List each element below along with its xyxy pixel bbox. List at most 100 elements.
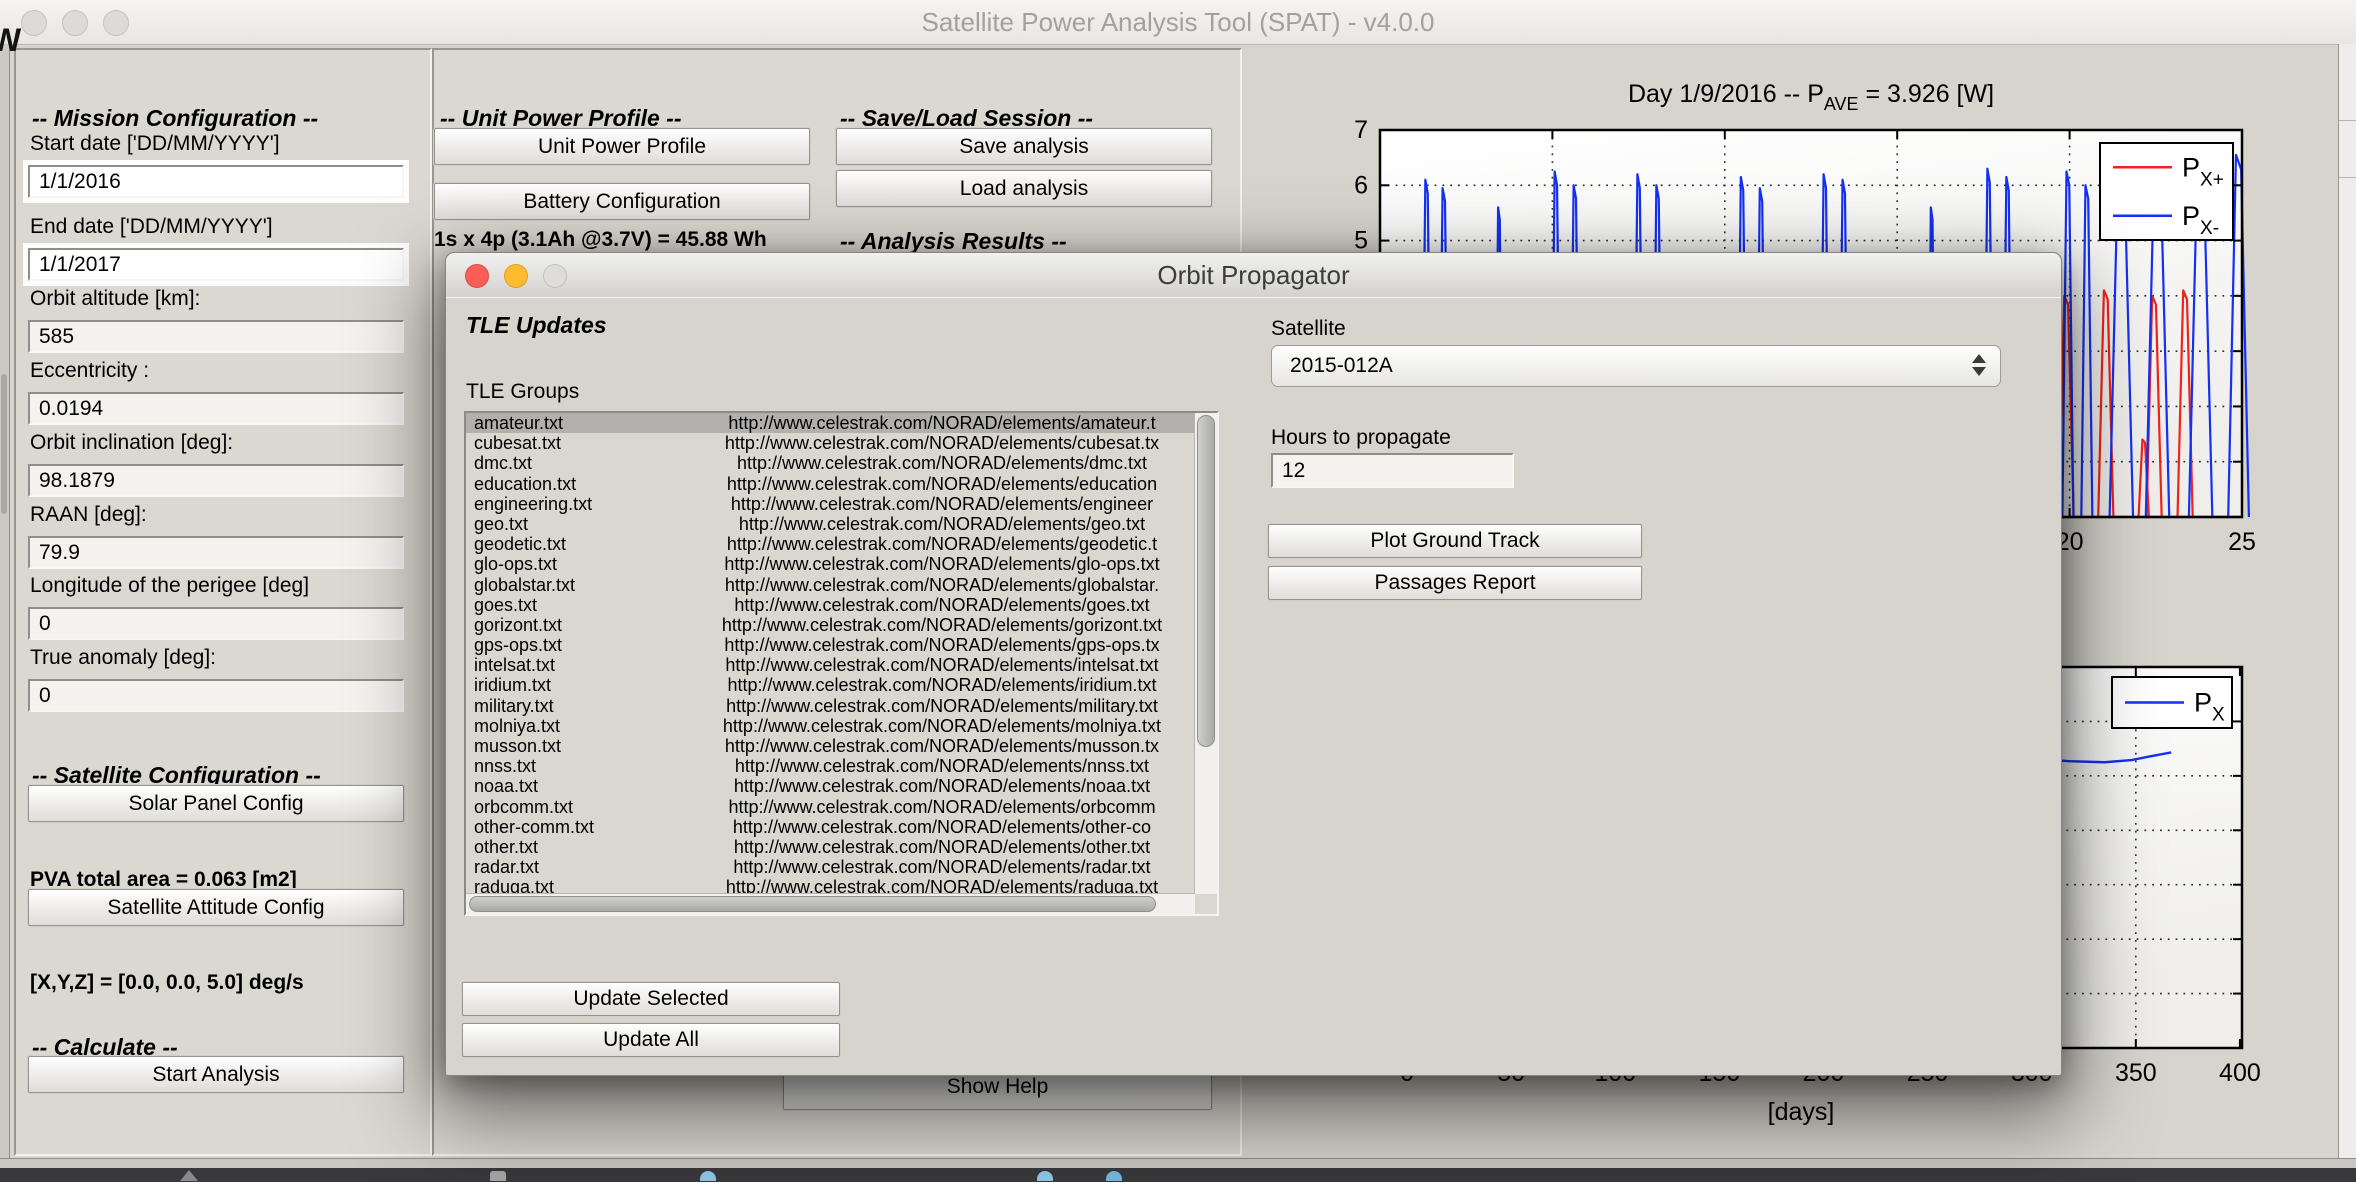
dropdown-arrows-icon [1972, 354, 1986, 376]
svg-text:Day 1/9/2016 -- PAVE = 3.926 [: Day 1/9/2016 -- PAVE = 3.926 [W] [1628, 80, 1994, 114]
svg-text:7: 7 [1354, 116, 1368, 144]
tle-url: http://www.celestrak.com/NORAD/elements/… [726, 695, 1158, 716]
tle-groups-label: TLE Groups [466, 380, 580, 403]
dialog-title: Orbit Propagator [1157, 260, 1350, 290]
tle-list-item[interactable]: radar.txt http://www.celestrak.com/NORAD/… [466, 857, 1195, 877]
end-date-label: End date ['DD/MM/YYYY'] [30, 215, 273, 238]
vertical-scrollbar-thumb[interactable] [1197, 415, 1215, 747]
raan-input[interactable]: 79.9 [28, 536, 404, 569]
tle-list-item[interactable]: military.txt http://www.celestrak.com/NOR… [466, 696, 1195, 716]
tle-url: http://www.celestrak.com/NORAD/elements/… [722, 715, 1162, 736]
true-anomaly-input[interactable]: 0 [28, 679, 404, 712]
tle-list-item[interactable]: musson.txt http://www.celestrak.com/NORAD… [466, 736, 1195, 756]
dock-circle-icon[interactable] [1106, 1171, 1122, 1181]
tle-list-item[interactable]: raduga.txt http://www.celestrak.com/NORAD… [466, 877, 1195, 894]
tle-list-vertical-scrollbar[interactable] [1194, 413, 1217, 894]
svg-text:25: 25 [2228, 528, 2256, 556]
tle-list-item[interactable]: orbcomm.txt http://www.celestrak.com/NORA… [466, 797, 1195, 817]
tle-list-item[interactable]: glo-ops.txt http://www.celestrak.com/NORA… [466, 554, 1195, 574]
tle-file-name: iridium.txt [474, 675, 552, 696]
eccentricity-input[interactable]: 0.0194 [28, 392, 404, 425]
plot-ground-track-button[interactable]: Plot Ground Track [1268, 524, 1642, 558]
tle-list-item[interactable]: geo.txt http://www.celestrak.com/NORAD/el… [466, 514, 1195, 534]
tle-list-item[interactable]: amateur.txt http://www.celestrak.com/NORA… [466, 413, 1195, 434]
start-analysis-button[interactable]: Start Analysis [28, 1056, 404, 1093]
tle-list-item[interactable]: globalstar.txt http://www.celestrak.com/N… [466, 575, 1195, 595]
tle-url: http://www.celestrak.com/NORAD/elements/… [738, 513, 1146, 534]
tle-file-name: cubesat.txt [474, 433, 562, 454]
update-all-button[interactable]: Update All [462, 1023, 840, 1057]
tle-list-item[interactable]: nnss.txt http://www.celestrak.com/NORAD/e… [466, 756, 1195, 776]
tle-file-name: intelsat.txt [474, 655, 556, 676]
tle-url: http://www.celestrak.com/NORAD/elements/… [725, 877, 1159, 894]
tle-file-name: gorizont.txt [474, 614, 563, 635]
tle-url: http://www.celestrak.com/NORAD/elements/… [726, 473, 1158, 494]
tle-list-item[interactable]: other-comm.txt http://www.celestrak.com/N… [466, 817, 1195, 837]
tle-file-name: radar.txt [474, 857, 540, 878]
tle-list-item[interactable]: noaa.txt http://www.celestrak.com/NORAD/e… [466, 776, 1195, 796]
battery-configuration-button[interactable]: Battery Configuration [434, 183, 810, 220]
orbit-altitude-input[interactable]: 585 [28, 320, 404, 353]
svg-text:400: 400 [2219, 1059, 2261, 1087]
raan-label: RAAN [deg]: [30, 503, 147, 526]
tle-groups-list[interactable]: amateur.txt http://www.celestrak.com/NORA… [464, 411, 1219, 916]
dialog-titlebar: Orbit Propagator [446, 253, 2061, 298]
tle-file-name: other-comm.txt [474, 816, 595, 837]
tle-url: http://www.celestrak.com/NORAD/elements/… [724, 554, 1160, 575]
tle-file-name: globalstar.txt [474, 574, 576, 595]
dialog-body: TLE Updates TLE Groups amateur.txt http:/… [446, 297, 2061, 1075]
horizontal-scrollbar-thumb[interactable] [469, 896, 1157, 912]
tle-url: http://www.celestrak.com/NORAD/elements/… [733, 857, 1151, 878]
orbit-inclination-input[interactable]: 98.1879 [28, 464, 404, 497]
tle-file-name: geodetic.txt [474, 534, 567, 555]
tle-list-item[interactable]: intelsat.txt http://www.celestrak.com/NOR… [466, 655, 1195, 675]
tle-file-name: amateur.txt [474, 413, 564, 433]
update-selected-button[interactable]: Update Selected [462, 982, 840, 1016]
orbit-propagator-dialog: Orbit Propagator TLE Updates TLE Groups … [445, 252, 2062, 1076]
tle-url: http://www.celestrak.com/NORAD/elements/… [721, 614, 1163, 635]
tle-list-item[interactable]: other.txt http://www.celestrak.com/NORAD/… [466, 837, 1195, 857]
background-window-edge [0, 44, 10, 1158]
tle-list-item[interactable]: molniya.txt http://www.celestrak.com/NORA… [466, 716, 1195, 736]
main-titlebar: Satellite Power Analysis Tool (SPAT) - v… [0, 0, 2356, 45]
longitude-perigee-input[interactable]: 0 [28, 607, 404, 640]
svg-text:6: 6 [1354, 171, 1368, 199]
dock-circle-icon[interactable] [1037, 1171, 1053, 1181]
solar-panel-config-button[interactable]: Solar Panel Config [28, 785, 404, 822]
tle-list-item[interactable]: iridium.txt http://www.celestrak.com/NORA… [466, 675, 1195, 695]
tle-url: http://www.celestrak.com/NORAD/elements/… [736, 453, 1148, 474]
dock-square-icon[interactable] [490, 1171, 506, 1181]
tle-file-name: nnss.txt [474, 756, 537, 777]
background-window-scrollbar [2338, 44, 2356, 1158]
tle-list-item[interactable]: dmc.txt http://www.celestrak.com/NORAD/el… [466, 453, 1195, 473]
tle-file-name: goes.txt [474, 594, 538, 615]
tle-list-item[interactable]: cubesat.txt http://www.celestrak.com/NORA… [466, 433, 1195, 453]
dock-triangle-icon[interactable] [180, 1170, 198, 1181]
tle-list-item[interactable]: goes.txt http://www.celestrak.com/NORAD/e… [466, 595, 1195, 615]
satellite-dropdown-value: 2015-012A [1290, 354, 1393, 377]
mission-config-header: -- Mission Configuration -- [32, 105, 319, 131]
tle-list-item[interactable]: gps-ops.txt http://www.celestrak.com/NORA… [466, 635, 1195, 655]
load-analysis-button[interactable]: Load analysis [836, 170, 1212, 207]
tle-list-item[interactable]: education.txt http://www.celestrak.com/NO… [466, 474, 1195, 494]
hours-input[interactable]: 12 [1271, 453, 1514, 488]
start-date-input[interactable]: 1/1/2016 [28, 165, 404, 198]
tle-list-item[interactable]: geodetic.txt http://www.celestrak.com/NOR… [466, 534, 1195, 554]
dock-circle-icon[interactable] [700, 1171, 716, 1181]
satellite-dropdown[interactable]: 2015-012A [1271, 345, 2001, 387]
svg-text:[days]: [days] [1768, 1098, 1835, 1126]
tle-file-name: geo.txt [474, 513, 529, 534]
satellite-attitude-config-button[interactable]: Satellite Attitude Config [28, 889, 404, 926]
true-anomaly-label: True anomaly [deg]: [30, 646, 216, 669]
tle-list-horizontal-scrollbar[interactable] [466, 893, 1195, 914]
svg-text:5: 5 [1354, 227, 1368, 255]
start-date-label: Start date ['DD/MM/YYYY'] [30, 132, 280, 155]
save-analysis-button[interactable]: Save analysis [836, 128, 1212, 165]
unit-power-profile-button[interactable]: Unit Power Profile [434, 128, 810, 165]
passages-report-button[interactable]: Passages Report [1268, 566, 1642, 600]
tle-list-item[interactable]: gorizont.txt http://www.celestrak.com/NOR… [466, 615, 1195, 635]
end-date-input[interactable]: 1/1/2017 [28, 248, 404, 281]
tle-list-item[interactable]: engineering.txt http://www.celestrak.com/… [466, 494, 1195, 514]
eccentricity-label: Eccentricity : [30, 359, 150, 382]
tle-url: http://www.celestrak.com/NORAD/elements/… [728, 796, 1156, 817]
